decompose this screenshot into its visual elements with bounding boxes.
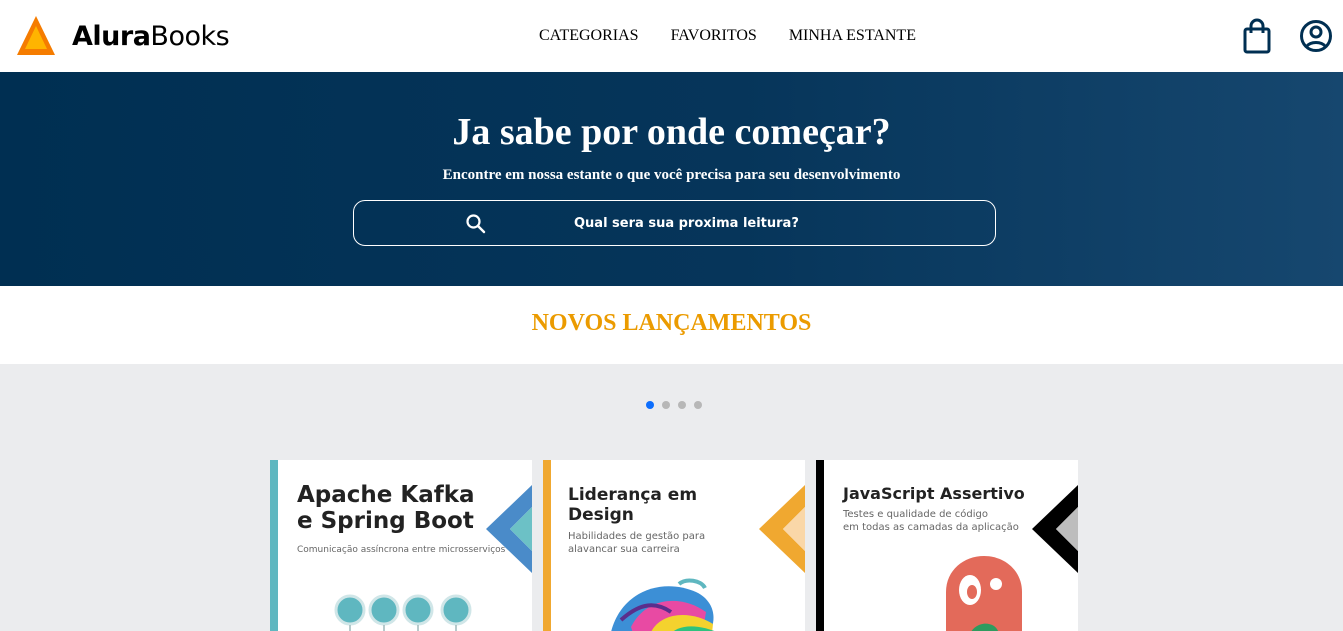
book-card-lideranca-em-design[interactable]: Liderança em Design Habilidades de gestã… [543,460,805,631]
user-account-icon[interactable] [1299,18,1333,54]
carousel-dot-2[interactable] [662,401,670,409]
carousel-dot-4[interactable] [694,401,702,409]
book-subtitle-line1: Habilidades de gestão para [568,531,706,542]
search-placeholder: Qual sera sua proxima leitura? [574,216,799,231]
book-cover-stripe [543,460,551,631]
nav-minha-estante[interactable]: MINHA ESTANTE [789,26,916,45]
top-header: AluraBooks CATEGORIAS FAVORITOS MINHA ES… [0,0,1343,72]
book-subtitle: Habilidades de gestão para alavancar sua… [568,530,705,556]
carousel-pagination [646,401,710,409]
hero-subtitle: Encontre em nossa estante o que você pre… [442,167,901,183]
book-cover-chevron-graphic [1032,485,1078,573]
book-carousel: Apache Kafka e Spring Boot Comunicação a… [0,364,1343,631]
book-subtitle-line2: em todas as camadas da aplicação [843,522,1019,533]
carousel-dot-3[interactable] [678,401,686,409]
book-subtitle: Comunicação assíncrona entre microsservi… [297,545,506,555]
book-cover-stripe [816,460,824,631]
book-cover-ghost-mascot-graphic [946,556,1022,631]
book-cover-stripe [270,460,278,631]
book-title: Liderança em Design [568,485,698,525]
book-subtitle-line1: Testes e qualidade de código [843,509,988,520]
hero-title: Ja sabe por onde começar? [452,111,891,153]
book-card-apache-kafka[interactable]: Apache Kafka e Spring Boot Comunicação a… [270,460,532,631]
book-cover-chevron-graphic [759,485,805,573]
section-title-new-releases: NOVOS LANÇAMENTOS [531,310,812,336]
search-input[interactable]: Qual sera sua proxima leitura? [353,200,996,246]
book-cover-chevron-graphic [486,485,532,573]
brand-logo[interactable]: AluraBooks [16,15,230,57]
book-title-line2: Design [568,504,634,525]
search-icon [466,214,486,234]
book-cover-diagram-graphic [334,594,472,631]
book-title-line1: Apache Kafka [297,482,475,508]
brand-name: AluraBooks [72,20,230,52]
main-nav: CATEGORIAS FAVORITOS MINHA ESTANTE [539,26,948,45]
book-subtitle-line2: alavancar sua carreira [568,544,680,555]
alura-logo-icon [17,16,55,55]
nav-categorias[interactable]: CATEGORIAS [539,26,639,45]
book-card-javascript-assertivo[interactable]: JavaScript Assertivo Testes e qualidade … [816,460,1078,631]
book-title-line1: Liderança em [568,485,698,505]
book-title: JavaScript Assertivo [843,484,1025,503]
book-title-line1: JavaScript Assertivo [843,484,1025,503]
nav-favoritos[interactable]: FAVORITOS [671,26,757,45]
brand-name-regular: Books [150,20,230,52]
book-title-line2: e Spring Boot [297,508,474,535]
book-cover-paint-splash-graphic [611,578,714,631]
hero-banner: Ja sabe por onde começar? Encontre em no… [0,72,1343,286]
carousel-dot-1[interactable] [646,401,654,409]
book-title: Apache Kafka e Spring Boot [297,482,475,535]
brand-name-bold: Alura [72,20,151,52]
shopping-bag-icon[interactable] [1240,18,1274,54]
book-subtitle: Testes e qualidade de código em todas as… [843,508,1019,534]
